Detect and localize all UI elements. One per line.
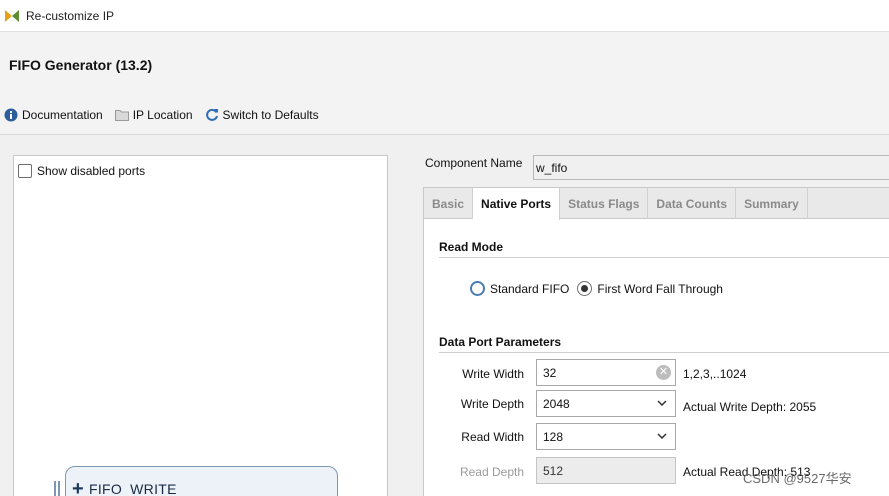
expand-plus-icon[interactable]: + <box>72 479 84 496</box>
standard-fifo-radio[interactable] <box>470 281 485 296</box>
standard-fifo-label: Standard FIFO <box>490 281 570 296</box>
write-width-input[interactable]: 32 ✕ <box>536 359 676 386</box>
symbol-panel: Show disabled ports + FIFO_WRITE <box>13 155 388 496</box>
tab-basic[interactable]: Basic <box>424 188 474 219</box>
tab-native-ports[interactable]: Native Ports <box>473 188 561 220</box>
folder-icon <box>114 110 129 121</box>
read-mode-options: Standard FIFO First Word Fall Through <box>470 281 731 296</box>
write-width-label: Write Width <box>462 367 524 381</box>
settings-panel: Basic Native Ports Status Flags Data Cou… <box>423 187 889 496</box>
read-depth-field: 512 <box>536 457 676 484</box>
fifo-write-label: FIFO_WRITE <box>88 481 177 496</box>
tab-data-counts[interactable]: Data Counts <box>648 188 737 219</box>
read-depth-value: 512 <box>543 464 564 478</box>
show-disabled-ports-option[interactable]: Show disabled ports <box>18 164 145 178</box>
ip-toolbar: Documentation IP Location Switch to Defa… <box>4 108 331 122</box>
first-word-fall-through-radio[interactable] <box>577 281 593 296</box>
ip-location-label: IP Location <box>132 108 193 122</box>
data-port-title: Data Port Parameters <box>439 335 562 349</box>
documentation-label: Documentation <box>22 108 103 122</box>
component-name-input[interactable]: w_fifo <box>533 155 889 180</box>
window-title: Re-customize IP <box>26 8 115 23</box>
tab-status-flags[interactable]: Status Flags <box>560 188 649 219</box>
read-mode-title: Read Mode <box>439 240 504 254</box>
show-disabled-ports-checkbox[interactable] <box>18 164 32 178</box>
read-width-label: Read Width <box>461 430 524 444</box>
ip-header: FIFO Generator (13.2) Documentation IP L… <box>0 32 889 135</box>
write-width-value: 32 <box>543 366 557 380</box>
ip-location-button[interactable]: IP Location <box>114 108 193 122</box>
read-mode-divider <box>439 257 889 258</box>
info-icon <box>4 108 18 122</box>
write-depth-value: 2048 <box>543 397 570 411</box>
component-name-label: Component Name <box>425 156 523 170</box>
chevron-down-icon <box>657 400 667 406</box>
interface-pin-marker <box>54 481 60 496</box>
data-port-divider <box>439 352 889 353</box>
refresh-icon <box>205 108 218 121</box>
component-name-row: Component Name w_fifo <box>425 155 889 180</box>
documentation-button[interactable]: Documentation <box>4 108 103 122</box>
read-width-value: 128 <box>543 430 564 444</box>
switch-to-defaults-button[interactable]: Switch to Defaults <box>205 108 319 122</box>
window-titlebar: Re-customize IP <box>0 0 889 32</box>
read-depth-label: Read Depth <box>459 465 524 479</box>
settings-tabs: Basic Native Ports Status Flags Data Cou… <box>424 188 889 220</box>
switch-to-defaults-label: Switch to Defaults <box>222 108 319 122</box>
first-word-fall-through-label: First Word Fall Through <box>597 281 723 296</box>
show-disabled-ports-label: Show disabled ports <box>37 164 146 178</box>
write-width-hint: 1,2,3,..1024 <box>683 367 747 381</box>
write-depth-select[interactable]: 2048 <box>536 390 676 417</box>
write-depth-hint: Actual Write Depth: 2055 <box>683 400 817 414</box>
read-width-select[interactable]: 128 <box>536 423 676 450</box>
watermark: CSDN @9527华安 <box>743 471 852 486</box>
ip-title: FIFO Generator (13.2) <box>9 57 153 73</box>
vivado-logo-icon <box>5 9 19 22</box>
write-depth-label: Write Depth <box>460 397 524 411</box>
chevron-down-icon <box>657 433 667 439</box>
clear-icon[interactable]: ✕ <box>656 365 671 380</box>
tab-summary[interactable]: Summary <box>736 188 808 219</box>
fifo-write-interface-block[interactable]: + FIFO_WRITE <box>54 466 338 496</box>
